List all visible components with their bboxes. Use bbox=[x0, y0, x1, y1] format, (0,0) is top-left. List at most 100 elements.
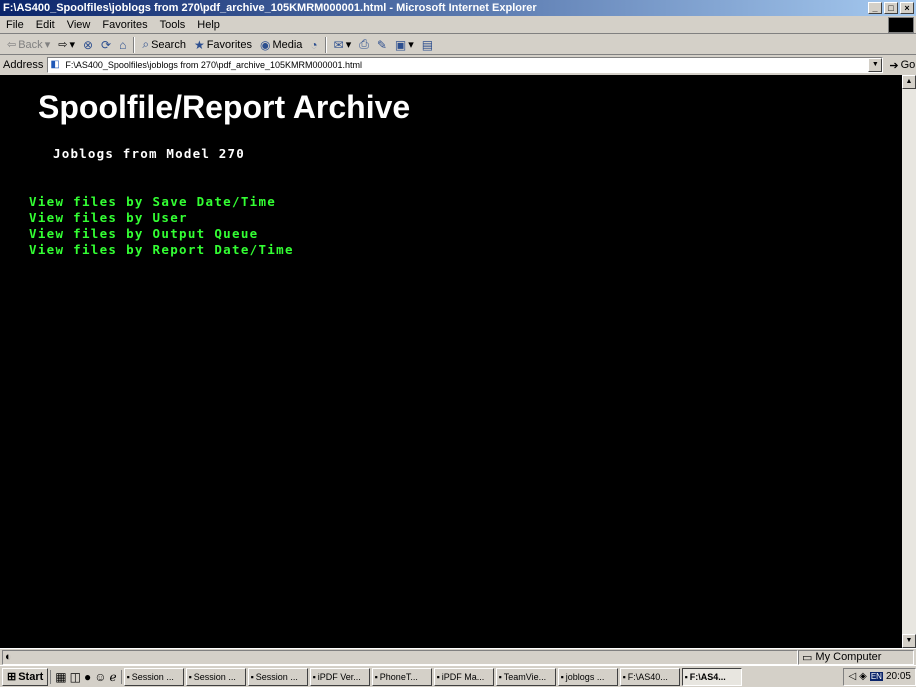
scroll-up-button[interactable]: ▲ bbox=[902, 75, 916, 89]
print-button[interactable]: ⎙ bbox=[356, 36, 372, 54]
start-label: Start bbox=[18, 670, 44, 683]
forward-button[interactable]: ⇨ ▾ bbox=[55, 36, 78, 54]
go-label: Go bbox=[900, 59, 916, 71]
task-label: joblogs ... bbox=[565, 671, 605, 682]
link-list: View files by Save Date/Time View files … bbox=[29, 194, 294, 258]
search-button[interactable]: ⌕ Search bbox=[139, 36, 189, 54]
ie-icon[interactable]: ℯ bbox=[109, 670, 116, 684]
menu-tools[interactable]: Tools bbox=[154, 16, 192, 34]
messenger-icon[interactable]: ☺ bbox=[94, 670, 106, 684]
history-button[interactable]: ◔ bbox=[307, 36, 320, 54]
task-label: Session ... bbox=[131, 671, 174, 682]
terminal-icon: ▪ bbox=[188, 671, 192, 682]
address-dropdown-button[interactable]: ▼ bbox=[868, 58, 883, 72]
home-button[interactable]: ⌂ bbox=[116, 36, 129, 54]
folder-icon: ▪ bbox=[560, 671, 564, 682]
link-report-date[interactable]: View files by Report Date/Time bbox=[29, 242, 294, 258]
address-value: F:\AS400_Spoolfiles\joblogs from 270\pdf… bbox=[65, 60, 363, 70]
task-ipdf-ver[interactable]: ▪ iPDF Ver... bbox=[309, 667, 370, 686]
refresh-icon: ⟳ bbox=[101, 37, 112, 52]
task-joblogs[interactable]: ▪ joblogs ... bbox=[557, 667, 618, 686]
quick-launch: ▦ ◫ ● ☺ ℯ bbox=[50, 669, 122, 684]
menu-favorites[interactable]: Favorites bbox=[96, 16, 153, 34]
edit-button[interactable]: ✎ bbox=[374, 36, 390, 54]
link-user[interactable]: View files by User bbox=[29, 210, 294, 226]
ie-icon: ▪ bbox=[622, 671, 626, 682]
favorites-label: Favorites bbox=[206, 38, 252, 51]
stop-button[interactable]: ⊗ bbox=[80, 36, 96, 54]
link-save-date[interactable]: View files by Save Date/Time bbox=[29, 194, 294, 210]
task-as400-folder[interactable]: ▪ F:\AS40... bbox=[619, 667, 680, 686]
task-label: PhoneT... bbox=[379, 671, 418, 682]
language-indicator[interactable]: EN bbox=[869, 672, 883, 681]
page-viewport: Spoolfile/Report Archive Joblogs from Mo… bbox=[0, 75, 902, 648]
minimize-button[interactable]: _ bbox=[868, 2, 882, 14]
refresh-button[interactable]: ⟳ bbox=[98, 36, 114, 54]
task-session-2[interactable]: ▪ Session ... bbox=[185, 667, 246, 686]
terminal-icon: ▪ bbox=[126, 671, 130, 682]
stop-icon: ⊗ bbox=[82, 37, 94, 52]
menu-view[interactable]: View bbox=[61, 16, 97, 34]
notes-button[interactable]: ▤ bbox=[419, 36, 436, 54]
media-button[interactable]: ◉ Media bbox=[257, 36, 305, 54]
task-label: F:\AS4... bbox=[689, 671, 726, 682]
search-icon: ⌕ bbox=[142, 37, 150, 51]
chevron-down-icon: ▾ bbox=[408, 39, 414, 51]
terminal-icon: ▪ bbox=[250, 671, 254, 682]
chevron-down-icon: ▾ bbox=[345, 39, 352, 51]
status-zone: ▭ My Computer bbox=[798, 649, 914, 665]
menu-edit[interactable]: Edit bbox=[30, 16, 61, 34]
task-teamviewer[interactable]: ▪ TeamVie... bbox=[495, 667, 556, 686]
address-label: Address bbox=[3, 59, 44, 71]
menu-file[interactable]: File bbox=[0, 16, 30, 34]
mail-icon: ✉ bbox=[333, 37, 344, 52]
security-icon[interactable]: ◈ bbox=[859, 671, 867, 682]
print-icon: ⎙ bbox=[359, 37, 369, 51]
edit-icon: ✎ bbox=[376, 37, 387, 52]
task-label: F:\AS40... bbox=[627, 671, 668, 682]
task-as400-ie[interactable]: ▪ F:\AS4... bbox=[681, 667, 742, 686]
menu-bar: File Edit View Favorites Tools Help bbox=[0, 16, 916, 34]
desktop-icon[interactable]: ▦ bbox=[55, 670, 66, 684]
app-icon: ▪ bbox=[436, 671, 440, 682]
maximize-button[interactable]: □ bbox=[884, 2, 898, 14]
menu-help[interactable]: Help bbox=[191, 16, 226, 34]
task-session-1[interactable]: ▪ Session ... bbox=[123, 667, 184, 686]
search-label: Search bbox=[151, 38, 186, 51]
toolbar: ⇦ Back ▾ ⇨ ▾ ⊗ ⟳ ⌂ ⌕ Search ★ Favorites ◉ Medi… bbox=[0, 35, 916, 55]
address-input[interactable]: ◧ F:\AS400_Spoolfiles\joblogs from 270\p… bbox=[47, 57, 884, 73]
title-bar: F:\AS400_Spoolfiles\joblogs from 270\pdf… bbox=[0, 0, 916, 16]
go-arrow-icon: ➔ bbox=[889, 59, 899, 72]
firefox-icon[interactable]: ● bbox=[84, 670, 91, 684]
favorites-button[interactable]: ★ Favorites bbox=[191, 36, 255, 54]
ie-icon: ▪ bbox=[684, 671, 688, 682]
clock: 20:05 bbox=[885, 671, 911, 682]
windows-logo-icon bbox=[888, 17, 914, 33]
link-output-queue[interactable]: View files by Output Queue bbox=[29, 226, 294, 242]
back-label: Back bbox=[18, 38, 43, 51]
status-text: ◐ bbox=[2, 649, 798, 665]
go-button[interactable]: ➔ Go bbox=[889, 59, 915, 72]
favorites-icon: ★ bbox=[193, 37, 205, 52]
scroll-down-button[interactable]: ▼ bbox=[902, 634, 916, 648]
mail-button[interactable]: ✉ ▾ bbox=[331, 36, 355, 54]
task-label: TeamVie... bbox=[503, 671, 547, 682]
media-icon: ◉ bbox=[259, 37, 271, 52]
home-icon: ⌂ bbox=[119, 37, 127, 52]
task-label: Session ... bbox=[193, 671, 236, 682]
task-label: iPDF Ver... bbox=[317, 671, 361, 682]
vertical-scrollbar[interactable]: ▲ ▼ bbox=[902, 75, 916, 648]
address-bar: Address ◧ F:\AS400_Spoolfiles\joblogs fr… bbox=[0, 56, 916, 74]
start-button[interactable]: ⊞ Start bbox=[2, 667, 49, 686]
chevron-down-icon: ▾ bbox=[44, 39, 51, 51]
explorer-icon[interactable]: ◫ bbox=[70, 670, 81, 684]
task-phonet[interactable]: ▪ PhoneT... bbox=[371, 667, 432, 686]
task-ipdf-ma[interactable]: ▪ iPDF Ma... bbox=[433, 667, 494, 686]
toolbar-separator bbox=[324, 36, 327, 53]
task-session-3[interactable]: ▪ Session ... bbox=[247, 667, 308, 686]
media-label: Media bbox=[272, 38, 303, 51]
volume-icon[interactable]: ◁ bbox=[848, 671, 856, 682]
discuss-button[interactable]: ▣ ▾ bbox=[392, 36, 417, 54]
back-button[interactable]: ⇦ Back ▾ bbox=[4, 36, 53, 54]
close-button[interactable]: × bbox=[900, 2, 914, 14]
